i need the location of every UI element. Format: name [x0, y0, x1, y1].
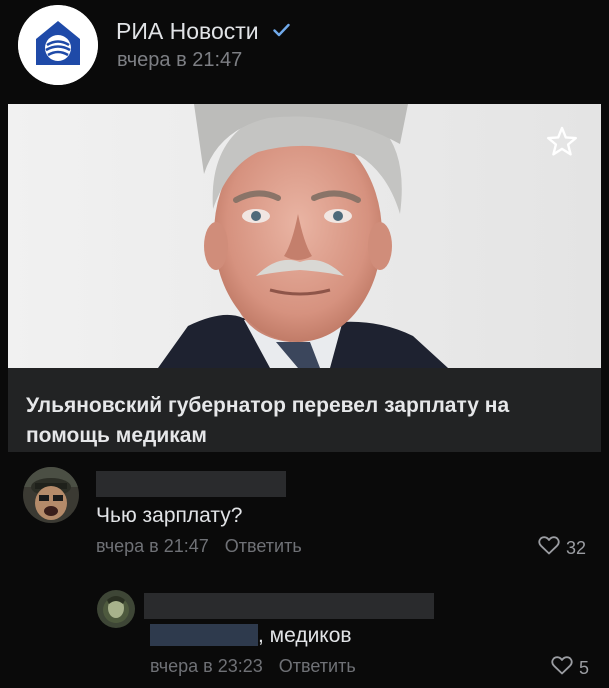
reply-button[interactable]: Ответить — [225, 536, 302, 556]
like-button[interactable]: 32 — [538, 536, 586, 560]
heart-icon — [551, 656, 573, 680]
bookmark-star-icon[interactable] — [544, 124, 580, 165]
article-photo — [8, 104, 601, 368]
comment-meta: вчера в 21:47 Ответить — [96, 536, 302, 557]
comment-text: Чью зарплату? — [96, 504, 243, 527]
reply-time: вчера в 23:23 — [150, 656, 263, 676]
like-button[interactable]: 5 — [551, 656, 589, 680]
post-header: РИА Новости вчера в 21:47 — [0, 0, 609, 100]
comment-time: вчера в 21:47 — [96, 536, 209, 556]
like-count: 32 — [566, 537, 587, 558]
ria-logo-icon[interactable] — [18, 5, 98, 85]
verified-checkmark-icon — [273, 16, 290, 43]
article-card[interactable]: Ульяновский губернатор перевел зарплату … — [8, 104, 601, 452]
heart-icon — [538, 536, 560, 560]
reply-author-avatar[interactable] — [97, 590, 135, 628]
mention-link[interactable] — [150, 624, 258, 646]
publisher-name-text[interactable]: РИА Новости — [116, 18, 259, 44]
reply-button[interactable]: Ответить — [279, 656, 356, 676]
article-title[interactable]: Ульяновский губернатор перевел зарплату … — [26, 391, 586, 451]
commenter-avatar[interactable] — [23, 467, 79, 523]
like-count: 5 — [579, 657, 590, 678]
post-time: вчера в 21:47 — [117, 49, 243, 71]
publisher-name[interactable]: РИА Новости — [116, 16, 290, 45]
reply-text: , медиков — [258, 624, 352, 647]
comment-author-name[interactable] — [96, 471, 286, 497]
reply-author-name[interactable] — [144, 593, 434, 619]
reply-meta: вчера в 23:23 Ответить — [150, 656, 356, 677]
